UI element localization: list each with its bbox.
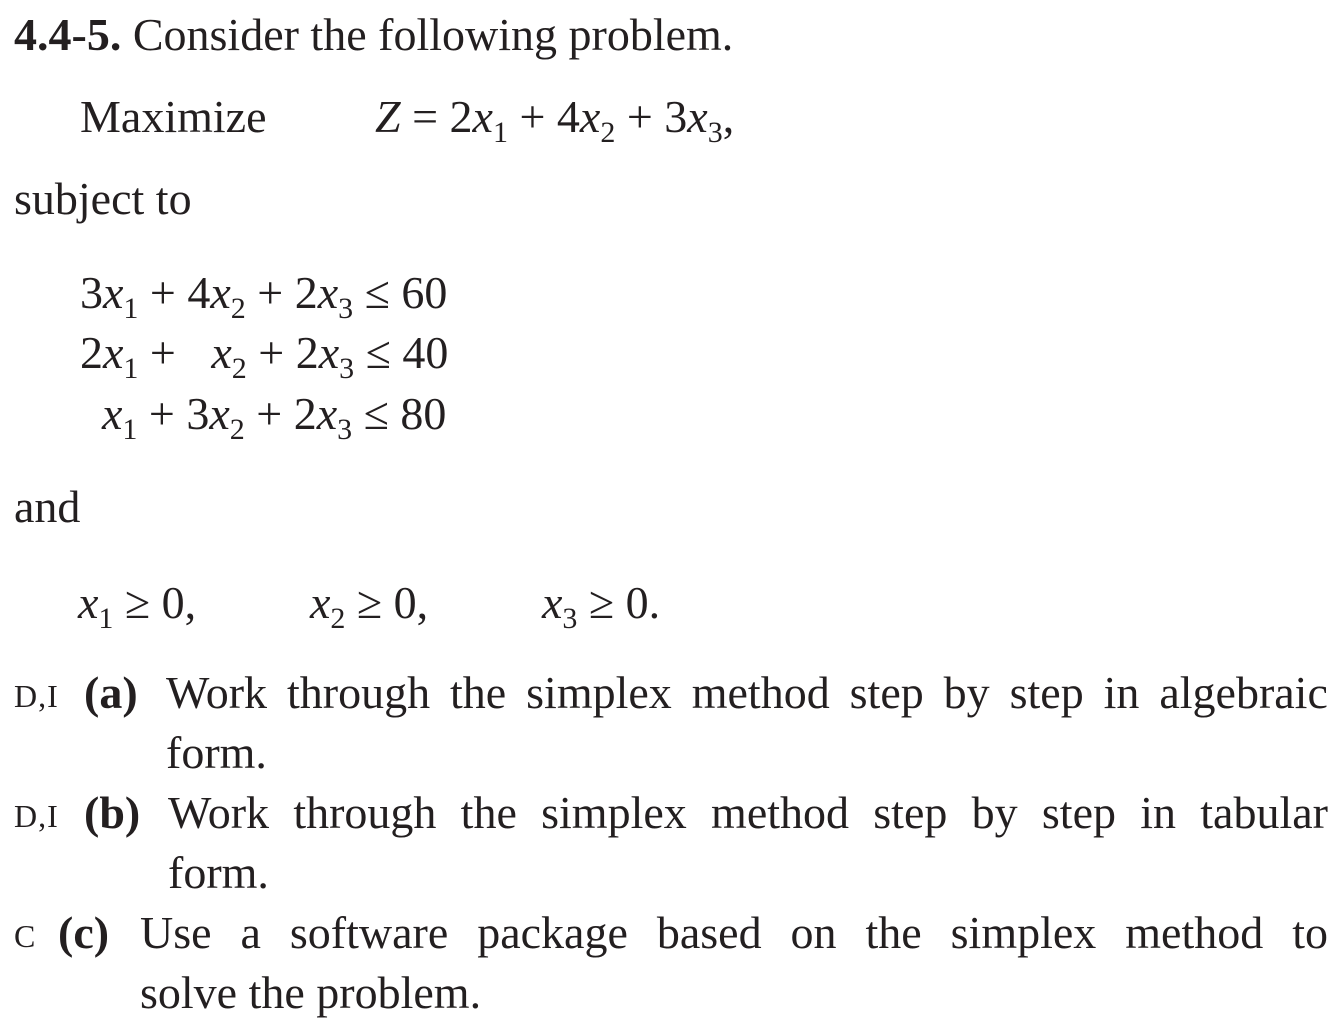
part-b-label: (b)	[84, 787, 141, 838]
part-c-line1: Use a software package based on the simplex meth…	[140, 907, 1328, 958]
part-c-tag: C	[14, 918, 37, 954]
problem-number: 4.4-5.	[14, 9, 122, 60]
constraint-3: x1 + 3x2 + 2x3 ≤ 80	[102, 388, 447, 446]
and-label: and	[14, 481, 81, 532]
problem-heading: 4.4-5. Consider the following problem.	[14, 12, 733, 58]
problem-intro: Consider the following problem.	[132, 9, 734, 60]
nonneg-2: x2 ≥ 0,	[310, 577, 429, 635]
subject-to-label: subject to	[14, 173, 192, 224]
nonneg-3: x3 ≥ 0.	[542, 577, 661, 635]
part-b-line2: form.	[168, 847, 269, 898]
part-b-line1: Work through the simplex method step by step in t…	[168, 787, 1328, 838]
objective-function: Z = 2x1 + 4x2 + 3x3,	[375, 91, 735, 149]
part-c-label: (c)	[58, 907, 110, 958]
part-a-label: (a)	[84, 667, 138, 718]
part-b-tag: D,I	[14, 798, 59, 834]
part-c-line2: solve the problem.	[140, 967, 482, 1018]
part-a-line1: Work through the simplex method step by step in a…	[166, 667, 1328, 718]
constraint-2: 2x1 + x2 + 2x3 ≤ 40	[80, 327, 449, 385]
nonneg-1: x1 ≥ 0,	[78, 577, 197, 635]
constraint-1: 3x1 + 4x2 + 2x3 ≤ 60	[80, 267, 448, 325]
objective-label: Maximize	[80, 91, 267, 142]
part-a-line2: form.	[166, 727, 267, 778]
part-a-tag: D,I	[14, 678, 59, 714]
